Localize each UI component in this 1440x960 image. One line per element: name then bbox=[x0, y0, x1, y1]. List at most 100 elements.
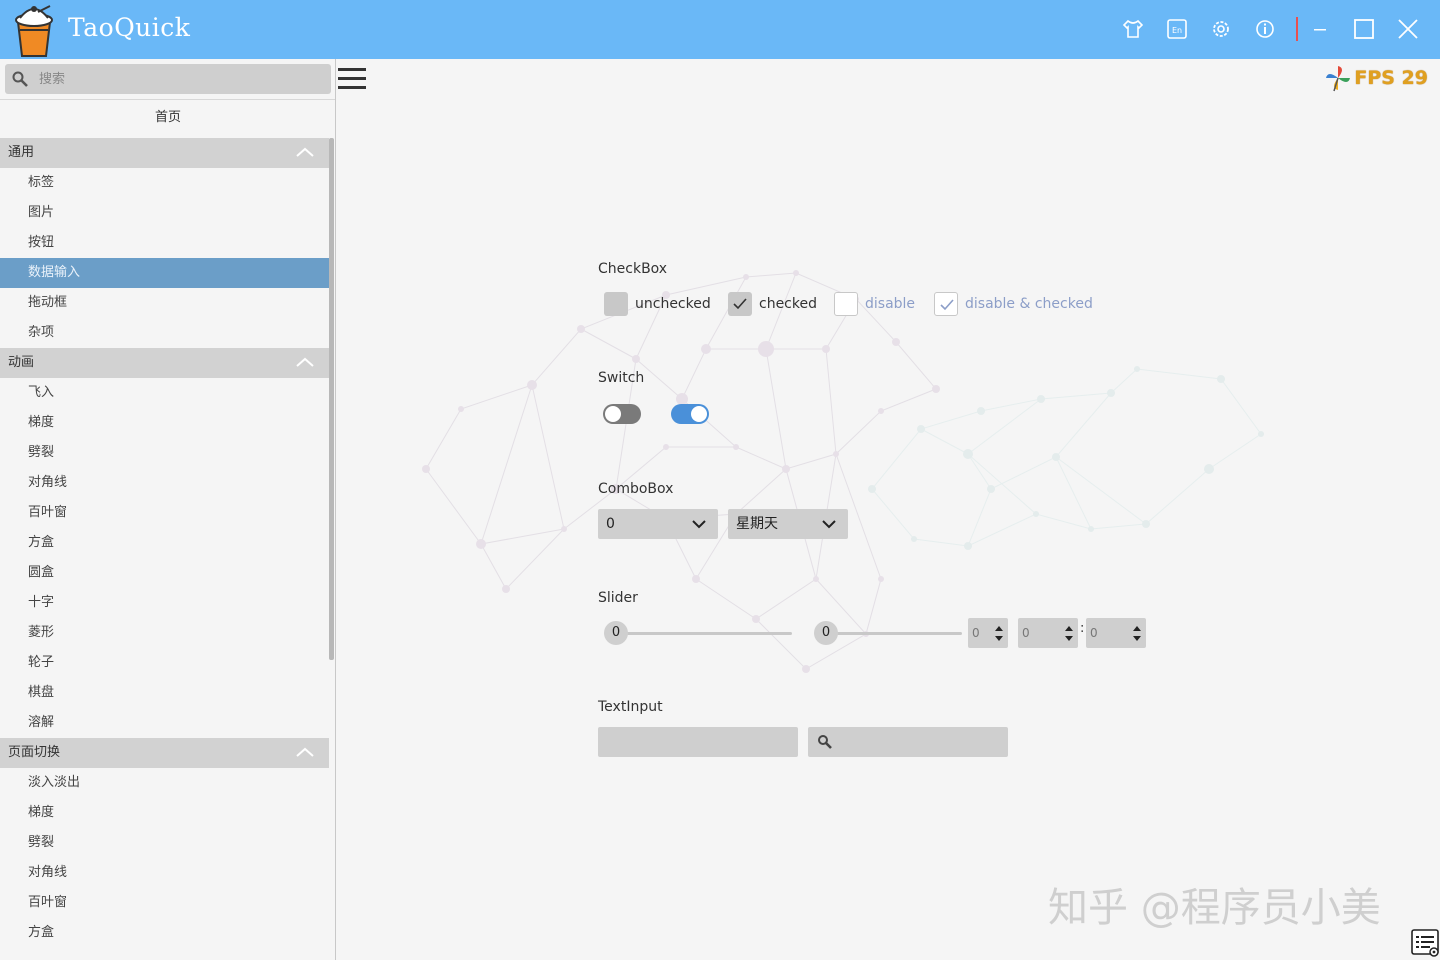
search-text-input[interactable] bbox=[808, 727, 1008, 757]
sidebar-item-data-input[interactable]: 数据输入 bbox=[0, 258, 329, 288]
close-icon[interactable] bbox=[1391, 12, 1425, 46]
sidebar-item-checkerboard[interactable]: 棋盘 bbox=[0, 678, 329, 708]
text-input[interactable] bbox=[598, 727, 798, 757]
sidebar-item-drag-box[interactable]: 拖动框 bbox=[0, 288, 329, 318]
combobox-section-title: ComboBox bbox=[598, 481, 674, 497]
checkbox-section-title: CheckBox bbox=[598, 261, 668, 277]
checkmark-icon bbox=[733, 298, 747, 310]
checkbox-label: unchecked bbox=[635, 296, 711, 312]
list-view-icon[interactable] bbox=[1410, 928, 1440, 958]
checkmark-icon bbox=[940, 299, 954, 311]
about-icon[interactable] bbox=[1248, 12, 1282, 46]
checkbox-label: checked bbox=[759, 296, 817, 312]
app-title: TaoQuick bbox=[68, 13, 191, 42]
spin-down-icon[interactable] bbox=[1133, 636, 1141, 641]
spin-up-icon[interactable] bbox=[1065, 626, 1073, 631]
sidebar-item-wheel[interactable]: 轮子 bbox=[0, 648, 329, 678]
checkbox-box bbox=[834, 292, 858, 316]
combobox-number[interactable]: 0 bbox=[598, 509, 718, 539]
sidebar-item-image[interactable]: 图片 bbox=[0, 198, 329, 228]
skin-icon[interactable] bbox=[1116, 12, 1150, 46]
sidebar-item-home[interactable]: 首页 bbox=[0, 103, 335, 133]
spinbox-value: 0 bbox=[1090, 626, 1098, 640]
group-header-general[interactable]: 通用 bbox=[0, 138, 329, 168]
switch-off[interactable] bbox=[603, 404, 641, 424]
search-box[interactable] bbox=[5, 64, 331, 94]
titlebar-separator bbox=[1296, 17, 1298, 41]
sidebar-item-gradient[interactable]: 梯度 bbox=[0, 798, 329, 828]
chevron-down-icon bbox=[692, 520, 706, 529]
sidebar-item-diagonal[interactable]: 对角线 bbox=[0, 858, 329, 888]
sidebar-item-box[interactable]: 方盒 bbox=[0, 528, 329, 558]
chevron-down-icon bbox=[822, 520, 836, 529]
settings-icon[interactable] bbox=[1204, 12, 1238, 46]
spin-up-icon[interactable] bbox=[1133, 626, 1141, 631]
spinbox-1[interactable]: 0 bbox=[968, 618, 1008, 648]
switch-knob bbox=[691, 406, 707, 422]
sidebar-item-label[interactable]: 标签 bbox=[0, 168, 329, 198]
menu-button[interactable] bbox=[336, 64, 368, 94]
checkbox-disabled[interactable]: disable bbox=[834, 292, 915, 316]
chevron-up-icon[interactable] bbox=[295, 146, 315, 158]
combobox-weekday[interactable]: 星期天 bbox=[728, 509, 848, 539]
group-title: 通用 bbox=[8, 145, 35, 160]
sidebar-item-fade[interactable]: 淡入淡出 bbox=[0, 768, 329, 798]
switch-knob bbox=[605, 406, 621, 422]
slider-1[interactable]: 0 bbox=[604, 621, 794, 645]
sidebar-item-diagonal[interactable]: 对角线 bbox=[0, 468, 329, 498]
search-icon bbox=[12, 71, 28, 87]
slider-handle[interactable]: 0 bbox=[814, 621, 838, 645]
fps-label: FPS 29 bbox=[1354, 67, 1428, 89]
switch-on[interactable] bbox=[671, 404, 709, 424]
sidebar-item-gradient[interactable]: 梯度 bbox=[0, 408, 329, 438]
sidebar-item-misc[interactable]: 杂项 bbox=[0, 318, 329, 348]
pinwheel-icon bbox=[1326, 66, 1351, 92]
spinbox-3[interactable]: 0 bbox=[1086, 618, 1146, 648]
group-header-animation[interactable]: 动画 bbox=[0, 348, 329, 378]
checkbox-box bbox=[604, 292, 628, 316]
sidebar-item-diamond[interactable]: 菱形 bbox=[0, 618, 329, 648]
sidebar-item-dissolve[interactable]: 溶解 bbox=[0, 708, 329, 738]
checkbox-disabled-checked[interactable]: disable & checked bbox=[934, 292, 1093, 316]
nav-list: 通用 标签 图片 按钮 数据输入 拖动框 杂项 动画 飞入 梯度 劈裂 对角线 … bbox=[0, 138, 329, 948]
sidebar: 首页 通用 标签 图片 按钮 数据输入 拖动框 杂项 动画 飞入 梯度 劈裂 对… bbox=[0, 59, 336, 960]
sidebar-item-blinds[interactable]: 百叶窗 bbox=[0, 888, 329, 918]
checkbox-label: disable bbox=[865, 296, 916, 312]
switch-section-title: Switch bbox=[598, 370, 645, 386]
language-icon[interactable]: En bbox=[1160, 12, 1194, 46]
background-network bbox=[422, 270, 1264, 673]
checkbox-checked[interactable]: checked bbox=[728, 292, 817, 316]
combobox-value: 0 bbox=[606, 516, 615, 532]
sidebar-item-circle[interactable]: 圆盒 bbox=[0, 558, 329, 588]
checkbox-box bbox=[728, 292, 752, 316]
sidebar-item-cross[interactable]: 十字 bbox=[0, 588, 329, 618]
slider-2[interactable]: 0 bbox=[814, 621, 964, 645]
spin-down-icon[interactable] bbox=[995, 636, 1003, 641]
slider-track bbox=[616, 632, 792, 635]
chevron-up-icon[interactable] bbox=[295, 356, 315, 368]
sidebar-item-blinds[interactable]: 百叶窗 bbox=[0, 498, 329, 528]
main-content: FPS 29 CheckBox unchecked checked disabl… bbox=[336, 59, 1440, 960]
sidebar-item-split[interactable]: 劈裂 bbox=[0, 438, 329, 468]
sidebar-item-box[interactable]: 方盒 bbox=[0, 918, 329, 948]
search-input[interactable] bbox=[39, 64, 319, 94]
svg-text:En: En bbox=[1172, 26, 1182, 35]
textinput-section-title: TextInput bbox=[598, 699, 663, 715]
slider-section-title: Slider bbox=[598, 590, 638, 606]
spin-up-icon[interactable] bbox=[995, 626, 1003, 631]
sidebar-item-fly-in[interactable]: 飞入 bbox=[0, 378, 329, 408]
minimize-icon[interactable] bbox=[1303, 12, 1337, 46]
sidebar-item-split[interactable]: 劈裂 bbox=[0, 828, 329, 858]
checkbox-unchecked[interactable]: unchecked bbox=[604, 292, 711, 316]
slider-handle[interactable]: 0 bbox=[604, 621, 628, 645]
checkbox-label: disable & checked bbox=[965, 296, 1093, 312]
maximize-icon[interactable] bbox=[1347, 12, 1381, 46]
spinbox-value: 0 bbox=[1022, 626, 1030, 640]
chevron-up-icon[interactable] bbox=[295, 746, 315, 758]
sidebar-scrollbar[interactable] bbox=[329, 138, 334, 660]
spin-down-icon[interactable] bbox=[1065, 636, 1073, 641]
slider-track bbox=[826, 632, 962, 635]
group-header-page-transition[interactable]: 页面切换 bbox=[0, 738, 329, 768]
sidebar-item-button[interactable]: 按钮 bbox=[0, 228, 329, 258]
spinbox-2[interactable]: 0 bbox=[1018, 618, 1078, 648]
